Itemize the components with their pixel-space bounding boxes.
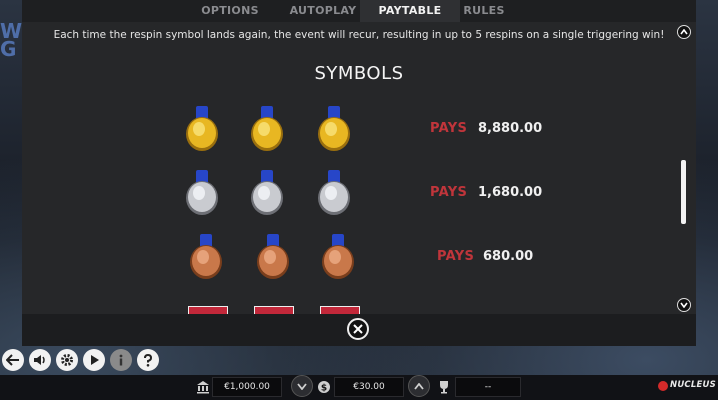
close-button[interactable] bbox=[347, 318, 369, 340]
tab-options[interactable]: OPTIONS bbox=[195, 0, 265, 22]
chevron-up-icon bbox=[414, 382, 424, 390]
pays-label: PAYS bbox=[437, 249, 475, 264]
bet-increase-button[interactable] bbox=[408, 375, 430, 397]
help-icon bbox=[144, 353, 153, 367]
play-icon bbox=[91, 355, 99, 365]
game-logo-fragment: WG bbox=[0, 22, 22, 61]
pays-value: 8,880.00 bbox=[478, 121, 543, 136]
back-icon bbox=[6, 354, 19, 366]
close-icon bbox=[353, 324, 363, 334]
pays-value: 1,680.00 bbox=[478, 185, 543, 200]
help-button[interactable] bbox=[137, 349, 159, 371]
bronze-medal-icon bbox=[190, 234, 222, 279]
gold-medal-icon bbox=[318, 106, 350, 151]
section-title: SYMBOLS bbox=[314, 63, 404, 84]
respin-info-text: Each time the respin symbol lands again,… bbox=[53, 29, 665, 41]
bronze-medal-icon bbox=[257, 234, 289, 279]
bet-decrease-button[interactable] bbox=[291, 375, 313, 397]
bank-icon bbox=[197, 381, 209, 394]
settings-button[interactable] bbox=[56, 349, 78, 371]
svg-text:$: $ bbox=[321, 384, 327, 394]
tab-bar: OPTIONS AUTOPLAY PAYTABLE RULES bbox=[22, 0, 696, 22]
gold-medal-icon bbox=[251, 106, 283, 151]
silver-medal-icon bbox=[318, 170, 350, 215]
brand-logo-text: NUCLEUS bbox=[670, 380, 716, 390]
paytable-panel: OPTIONS AUTOPLAY PAYTABLE RULES Each tim… bbox=[22, 0, 696, 344]
back-button[interactable] bbox=[2, 349, 24, 371]
pays-label: PAYS bbox=[430, 121, 468, 136]
win-display: -- bbox=[455, 377, 521, 397]
bet-display: €30.00 bbox=[334, 377, 404, 397]
info-icon bbox=[119, 354, 123, 366]
tab-rules[interactable]: RULES bbox=[452, 0, 516, 22]
silver-medal-icon bbox=[186, 170, 218, 215]
nucleus-logo-icon bbox=[658, 381, 668, 391]
chevron-up-icon bbox=[680, 29, 688, 35]
scrollbar-thumb[interactable] bbox=[681, 160, 686, 224]
chevron-down-icon bbox=[297, 382, 307, 390]
chevron-down-icon bbox=[680, 302, 688, 308]
tab-autoplay[interactable]: AUTOPLAY bbox=[280, 0, 366, 22]
scroll-down-button[interactable] bbox=[677, 298, 691, 312]
bronze-medal-icon bbox=[322, 234, 354, 279]
pays-value: 680.00 bbox=[483, 249, 534, 264]
play-button[interactable] bbox=[83, 349, 105, 371]
pays-label: PAYS bbox=[430, 185, 468, 200]
coin-icon: $ bbox=[318, 381, 330, 394]
trophy-icon bbox=[440, 381, 448, 394]
balance-display: €1,000.00 bbox=[212, 377, 282, 397]
silver-medal-icon bbox=[251, 170, 283, 215]
tab-paytable[interactable]: PAYTABLE bbox=[360, 0, 460, 22]
scroll-up-button[interactable] bbox=[677, 25, 691, 39]
sound-button[interactable] bbox=[29, 349, 51, 371]
info-button[interactable] bbox=[110, 349, 132, 371]
gold-medal-icon bbox=[186, 106, 218, 151]
settings-icon bbox=[61, 354, 73, 366]
sound-icon bbox=[34, 355, 45, 365]
